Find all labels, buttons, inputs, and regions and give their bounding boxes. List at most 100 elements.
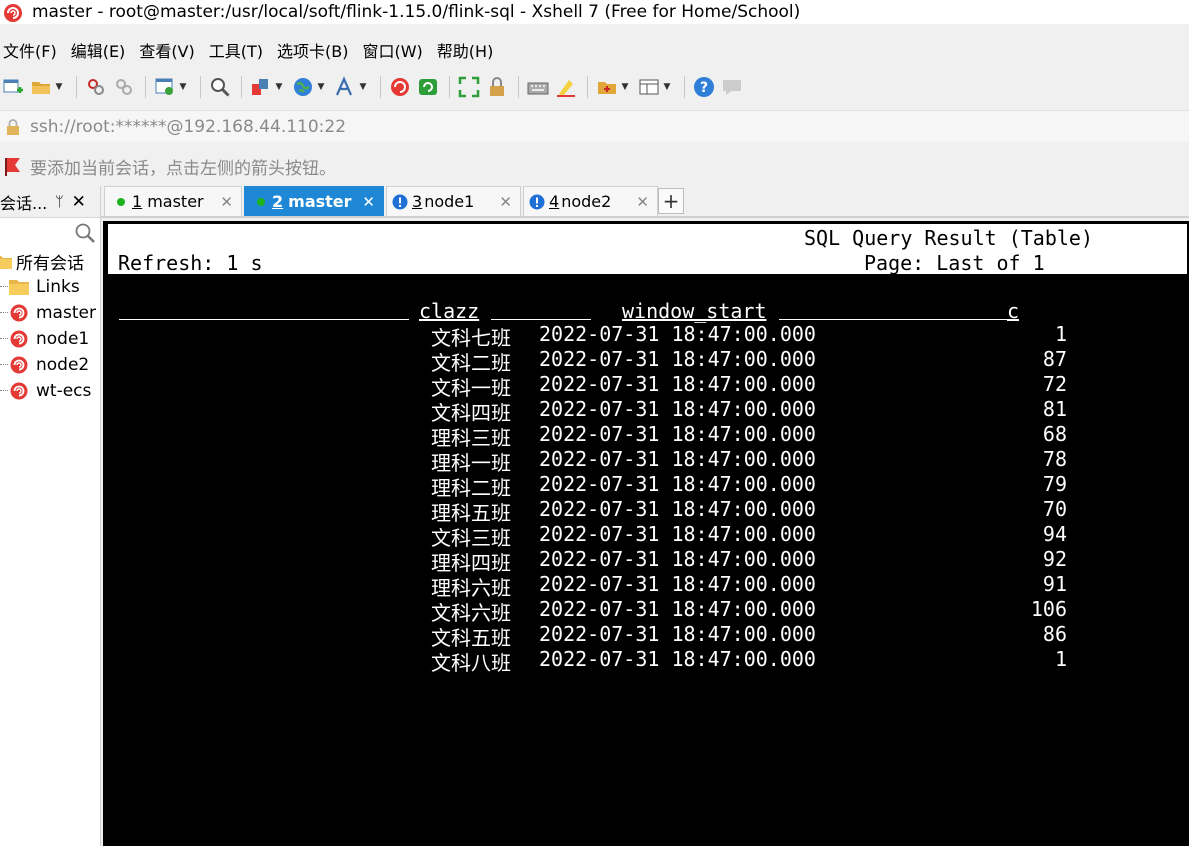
- cell-window-start: 2022-07-31 18:47:00.000: [539, 372, 816, 396]
- toolbar-separator: [76, 76, 77, 98]
- close-tab-icon[interactable]: ✕: [636, 193, 649, 211]
- disconnect-icon[interactable]: [111, 74, 137, 100]
- highlight-icon[interactable]: [553, 74, 579, 100]
- menu-help[interactable]: 帮助(H): [433, 38, 498, 62]
- tree-item-label: Links: [36, 277, 80, 297]
- menu-view[interactable]: 查看(V): [135, 38, 198, 62]
- globe-dropdown-icon[interactable]: ▼: [316, 82, 326, 92]
- close-tab-icon[interactable]: ✕: [362, 193, 375, 211]
- tab-label: master: [288, 192, 352, 211]
- cell-window-start: 2022-07-31 18:47:00.000: [539, 472, 816, 496]
- cell-c: 70: [1042, 497, 1067, 521]
- toolbar-separator: [518, 76, 519, 98]
- help-icon[interactable]: ?: [691, 74, 717, 100]
- fullscreen-icon[interactable]: [456, 74, 482, 100]
- cell-c: 1: [1054, 647, 1067, 671]
- properties-dropdown-icon[interactable]: ▼: [178, 82, 188, 92]
- address-bar[interactable]: ssh://root:******@192.168.44.110:22: [0, 110, 1189, 142]
- globe-icon[interactable]: [290, 74, 316, 100]
- lock-icon[interactable]: [484, 74, 510, 100]
- session-panel-header: 会话... ᛘ ✕: [0, 186, 100, 218]
- menu-file[interactable]: 文件(F): [0, 38, 61, 62]
- pin-icon[interactable]: ᛘ: [55, 194, 63, 210]
- table-row: 文科四班 2022-07-31 18:47:00.000 81: [103, 397, 1189, 425]
- keyboard-icon[interactable]: [525, 74, 551, 100]
- tree-item-master[interactable]: master: [0, 300, 100, 326]
- toolbar-separator: [449, 76, 450, 98]
- cell-window-start: 2022-07-31 18:47:00.000: [539, 322, 816, 346]
- chat-icon[interactable]: [719, 74, 745, 100]
- script-dropdown-icon[interactable]: ▼: [620, 82, 630, 92]
- session-search[interactable]: [0, 218, 100, 248]
- add-tab-button[interactable]: +: [658, 188, 684, 214]
- tree-item-node1[interactable]: node1: [0, 326, 100, 352]
- folder-icon: [0, 251, 14, 271]
- tree-item-label: 所有会话: [16, 253, 84, 274]
- menu-edit[interactable]: 编辑(E): [67, 38, 130, 62]
- column-header-rule: [491, 319, 591, 320]
- transfer-icon[interactable]: [248, 74, 274, 100]
- table-row: 文科七班 2022-07-31 18:47:00.000 1: [103, 322, 1189, 350]
- font-dropdown-icon[interactable]: ▼: [358, 82, 368, 92]
- table-row: 文科一班 2022-07-31 18:47:00.000 72: [103, 372, 1189, 400]
- close-tab-icon[interactable]: ✕: [220, 193, 233, 211]
- layout-icon[interactable]: [636, 74, 662, 100]
- tab-3-node1[interactable]: 3 node1 ✕: [386, 186, 521, 216]
- tree-item-label: node1: [36, 329, 90, 349]
- cell-window-start: 2022-07-31 18:47:00.000: [539, 647, 816, 671]
- properties-icon[interactable]: [152, 74, 178, 100]
- tree-item-node2[interactable]: node2: [0, 352, 100, 378]
- open-folder-icon[interactable]: [28, 74, 54, 100]
- cell-c: 79: [1042, 472, 1067, 496]
- tab-1-master[interactable]: 1 master ✕: [104, 186, 242, 216]
- session-panel: 会话... ᛘ ✕ 所有会话 Links master node1 node2 …: [0, 186, 101, 846]
- cell-clazz: 文科八班: [431, 651, 511, 675]
- session-icon: [8, 355, 30, 375]
- toolbar-separator: [587, 76, 588, 98]
- address-text[interactable]: ssh://root:******@192.168.44.110:22: [30, 117, 346, 137]
- search-icon[interactable]: [74, 222, 96, 244]
- tab-4-node2[interactable]: 4 node2 ✕: [523, 186, 658, 216]
- cell-window-start: 2022-07-31 18:47:00.000: [539, 347, 816, 371]
- new-session-icon[interactable]: [0, 74, 26, 100]
- layout-dropdown-icon[interactable]: ▼: [662, 82, 672, 92]
- tab-strip: 1 master ✕ 2 master ✕ 3 node1 ✕ 4 node2 …: [101, 186, 1189, 218]
- tree-item-links[interactable]: Links: [0, 274, 100, 300]
- tab-label: master: [147, 192, 204, 211]
- transfer-dropdown-icon[interactable]: ▼: [274, 82, 284, 92]
- bookmark-arrow-icon[interactable]: [4, 156, 24, 176]
- column-header-rule: [119, 319, 409, 320]
- tree-item-all-sessions[interactable]: 所有会话: [0, 248, 100, 274]
- column-header-window-start: window_start: [622, 299, 767, 323]
- xshell-app-icon: [4, 4, 22, 22]
- cell-window-start: 2022-07-31 18:47:00.000: [539, 422, 816, 446]
- window-title: master - root@master:/usr/local/soft/fli…: [32, 2, 801, 22]
- toolbar-separator: [200, 76, 201, 98]
- xshell-icon[interactable]: [387, 74, 413, 100]
- folder-icon: [8, 277, 30, 297]
- cell-window-start: 2022-07-31 18:47:00.000: [539, 547, 816, 571]
- menu-tabs[interactable]: 选项卡(B): [273, 38, 352, 62]
- tab-2-master[interactable]: 2 master ✕: [244, 186, 384, 216]
- connected-status-icon: [257, 197, 265, 206]
- close-icon[interactable]: ✕: [72, 192, 86, 212]
- reconnect-icon[interactable]: [83, 74, 109, 100]
- table-row: 理科三班 2022-07-31 18:47:00.000 68: [103, 422, 1189, 450]
- cell-c: 86: [1042, 622, 1067, 646]
- menu-tools[interactable]: 工具(T): [205, 38, 267, 62]
- script-icon[interactable]: [594, 74, 620, 100]
- cell-window-start: 2022-07-31 18:47:00.000: [539, 597, 816, 621]
- toolbar-separator: [145, 76, 146, 98]
- font-icon[interactable]: [332, 74, 358, 100]
- close-tab-icon[interactable]: ✕: [499, 193, 512, 211]
- session-icon: [8, 303, 30, 323]
- cell-c: 1: [1054, 322, 1067, 346]
- table-row: 理科一班 2022-07-31 18:47:00.000 78: [103, 447, 1189, 475]
- session-icon: [8, 329, 30, 349]
- menu-window[interactable]: 窗口(W): [358, 38, 426, 62]
- xftp-icon[interactable]: [415, 74, 441, 100]
- open-dropdown-icon[interactable]: ▼: [54, 82, 64, 92]
- terminal-screen[interactable]: Refresh: 1 s SQL Query Result (Table) Pa…: [103, 221, 1189, 846]
- tree-item-wt-ecs[interactable]: wt-ecs: [0, 378, 100, 404]
- find-icon[interactable]: [207, 74, 233, 100]
